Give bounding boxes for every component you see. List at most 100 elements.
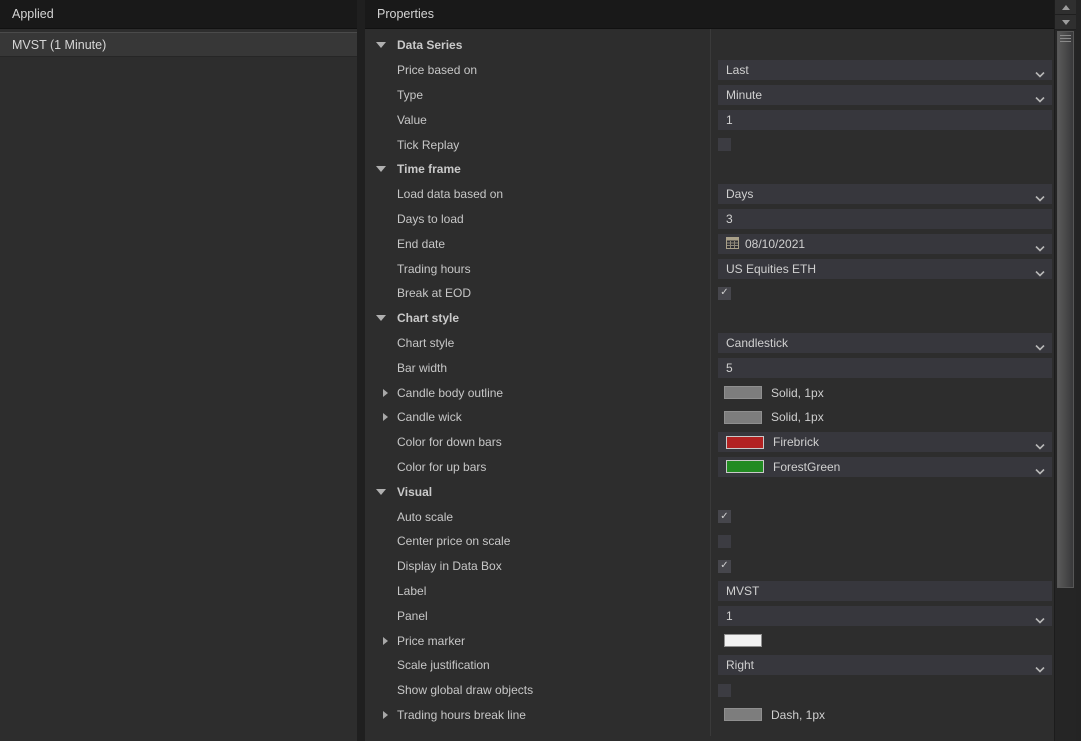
property-label-cell: Color for up bars xyxy=(365,460,718,474)
line-swatch xyxy=(724,410,762,424)
property-value-cell: Solid, 1px xyxy=(718,410,1052,424)
line-style-preview[interactable]: Solid, 1px xyxy=(718,386,824,400)
property-row-scale-justification[interactable]: Scale justification Right xyxy=(365,653,1054,678)
property-row-auto-scale[interactable]: Auto scale ✓ xyxy=(365,504,1054,529)
section-collapse-icon[interactable] xyxy=(376,315,386,322)
property-label-cell: Chart style xyxy=(365,311,718,325)
vertical-scrollbar[interactable] xyxy=(1054,0,1076,741)
dropdown-type[interactable]: Minute xyxy=(718,84,1052,105)
property-label-cell: End date xyxy=(365,237,718,251)
property-row-label[interactable]: Label MVST xyxy=(365,579,1054,604)
property-row-value[interactable]: Value 1 xyxy=(365,107,1054,132)
dropdown-price-based-on[interactable]: Last xyxy=(718,60,1052,81)
property-row-load-data-based-on[interactable]: Load data based on Days xyxy=(365,182,1054,207)
property-value-cell: 5 xyxy=(718,357,1052,378)
property-row-price-marker[interactable]: Price marker xyxy=(365,628,1054,653)
applied-item-mvst[interactable]: MVST (1 Minute) xyxy=(0,32,357,57)
property-label: Days to load xyxy=(397,211,464,226)
property-row-price-based-on[interactable]: Price based on Last xyxy=(365,58,1054,83)
line-style-preview[interactable]: Dash, 1px xyxy=(718,708,825,722)
property-row-candle-wick[interactable]: Candle wick Solid, 1px xyxy=(365,405,1054,430)
line-style-preview[interactable] xyxy=(718,634,762,648)
calendar-icon xyxy=(726,236,739,252)
property-row-type[interactable]: Type Minute xyxy=(365,83,1054,108)
scrollbar-thumb[interactable] xyxy=(1057,31,1074,588)
property-row-break-at-eod[interactable]: Break at EOD ✓ xyxy=(365,281,1054,306)
property-label-cell: Trading hours break line xyxy=(365,708,718,722)
property-row-color-for-up-bars[interactable]: Color for up bars ForestGreen xyxy=(365,455,1054,480)
property-label: Price marker xyxy=(397,633,466,648)
scroll-up-button[interactable] xyxy=(1055,0,1076,15)
property-value-cell: US Equities ETH xyxy=(718,258,1052,280)
expand-arrow-icon[interactable] xyxy=(383,388,388,397)
expand-arrow-icon[interactable] xyxy=(383,710,388,719)
property-value-cell: ✓ xyxy=(718,559,1052,573)
property-label: Chart style xyxy=(397,311,460,326)
property-label-cell: Label xyxy=(365,584,718,598)
dropdown-color-for-down-bars[interactable]: Firebrick xyxy=(718,432,1052,453)
dropdown-load-data-based-on[interactable]: Days xyxy=(718,184,1052,205)
property-label: Time frame xyxy=(397,162,461,177)
property-value-cell: Days xyxy=(718,184,1052,205)
text-input-label[interactable]: MVST xyxy=(718,580,1052,601)
dropdown-end-date[interactable]: 08/10/2021 xyxy=(718,233,1052,255)
text-input-value[interactable]: 1 xyxy=(718,109,1052,130)
section-collapse-icon[interactable] xyxy=(376,166,386,173)
property-label-cell: Time frame xyxy=(365,162,718,176)
checkbox-show-global-draw-objects[interactable] xyxy=(718,683,731,697)
section-header-chart-style[interactable]: Chart style xyxy=(365,306,1054,331)
section-collapse-icon[interactable] xyxy=(376,42,386,49)
dropdown-chart-style[interactable]: Candlestick xyxy=(718,332,1052,353)
line-style-label: Solid, 1px xyxy=(771,385,824,400)
property-row-panel[interactable]: Panel 1 xyxy=(365,603,1054,628)
property-row-chart-style[interactable]: Chart style Candlestick xyxy=(365,331,1054,356)
property-row-candle-body-outline[interactable]: Candle body outline Solid, 1px xyxy=(365,380,1054,405)
checkbox-center-price-on-scale[interactable] xyxy=(718,534,731,548)
checkbox-tick-replay[interactable] xyxy=(718,138,731,152)
property-row-end-date[interactable]: End date 08/10/2021 xyxy=(365,231,1054,256)
property-row-days-to-load[interactable]: Days to load 3 xyxy=(365,207,1054,232)
dropdown-trading-hours[interactable]: US Equities ETH xyxy=(718,258,1052,280)
property-row-trading-hours-break-line[interactable]: Trading hours break line Dash, 1px xyxy=(365,703,1054,728)
properties-grid: Data Series Price based on Last Type Minute V… xyxy=(365,29,1054,740)
expand-arrow-icon[interactable] xyxy=(383,413,388,422)
property-label: Label xyxy=(397,583,427,598)
section-header-time-frame[interactable]: Time frame xyxy=(365,157,1054,182)
property-row-color-for-down-bars[interactable]: Color for down bars Firebrick xyxy=(365,430,1054,455)
property-label-cell: Value xyxy=(365,113,718,127)
scrollbar-grip-icon xyxy=(1060,35,1071,43)
field-value: ForestGreen xyxy=(773,459,841,474)
text-input-days-to-load[interactable]: 3 xyxy=(718,208,1052,229)
property-row-trading-hours[interactable]: Trading hours US Equities ETH xyxy=(365,256,1054,281)
property-row-display-in-data-box[interactable]: Display in Data Box ✓ xyxy=(365,554,1054,579)
chevron-down-icon xyxy=(1035,266,1045,280)
property-label-cell: Break at EOD xyxy=(365,286,718,300)
property-label: Auto scale xyxy=(397,509,454,524)
section-collapse-icon[interactable] xyxy=(376,488,386,495)
property-value-cell: ForestGreen xyxy=(718,456,1052,477)
line-style-preview[interactable]: Solid, 1px xyxy=(718,410,824,424)
property-label: Price based on xyxy=(397,63,478,78)
property-label: Color for up bars xyxy=(397,459,487,474)
property-row-bar-width[interactable]: Bar width 5 xyxy=(365,355,1054,380)
text-input-bar-width[interactable]: 5 xyxy=(718,357,1052,378)
property-label: Break at EOD xyxy=(397,286,472,301)
checkbox-break-at-eod[interactable]: ✓ xyxy=(718,286,731,300)
checkbox-auto-scale[interactable]: ✓ xyxy=(718,510,731,524)
section-header-data-series[interactable]: Data Series xyxy=(365,33,1054,58)
property-value-cell: MVST xyxy=(718,580,1052,601)
checkbox-display-in-data-box[interactable]: ✓ xyxy=(718,559,731,573)
chevron-down-icon xyxy=(1035,241,1045,255)
scroll-down-button[interactable] xyxy=(1055,15,1076,30)
property-row-show-global-draw-objects[interactable]: Show global draw objects xyxy=(365,678,1054,703)
property-row-tick-replay[interactable]: Tick Replay xyxy=(365,132,1054,157)
section-header-visual[interactable]: Visual xyxy=(365,479,1054,504)
dropdown-scale-justification[interactable]: Right xyxy=(718,655,1052,676)
property-value-cell xyxy=(718,534,1052,548)
dropdown-color-for-up-bars[interactable]: ForestGreen xyxy=(718,456,1052,477)
dropdown-panel[interactable]: 1 xyxy=(718,605,1052,626)
price-marker-swatch xyxy=(724,634,762,648)
property-row-center-price-on-scale[interactable]: Center price on scale xyxy=(365,529,1054,554)
property-label-cell: Center price on scale xyxy=(365,534,718,548)
expand-arrow-icon[interactable] xyxy=(383,636,388,645)
